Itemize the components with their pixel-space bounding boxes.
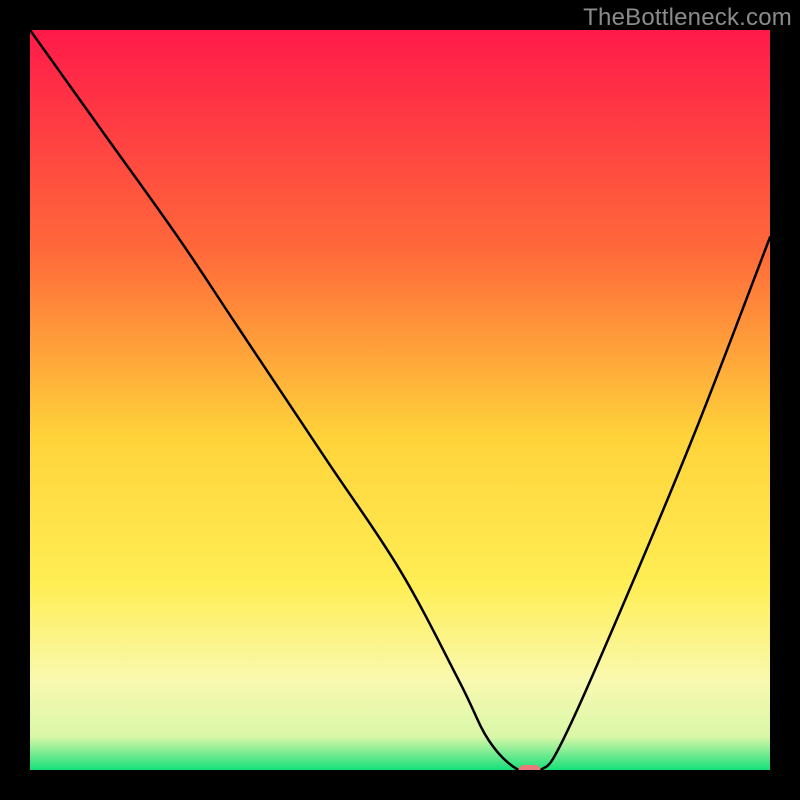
chart-svg	[30, 30, 770, 770]
chart-frame: TheBottleneck.com	[0, 0, 800, 800]
watermark-text: TheBottleneck.com	[583, 4, 792, 32]
plot-area	[30, 30, 770, 770]
plot-background	[30, 30, 770, 770]
optimal-point-marker	[519, 765, 541, 770]
